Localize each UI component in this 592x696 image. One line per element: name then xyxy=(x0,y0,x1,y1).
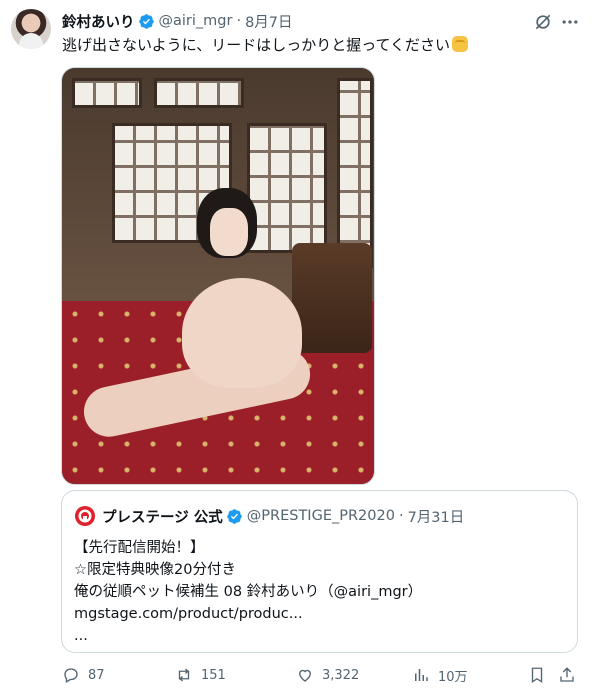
quote-body: 【先行配信開始！】 ☆限定特典映像20分付き 俺の従順ペット候補生 08 鈴村あ… xyxy=(74,537,422,647)
views-button[interactable]: 10万 xyxy=(412,664,468,686)
views-icon xyxy=(415,669,428,681)
quote-separator: · xyxy=(398,508,404,524)
quote-line: 【先行配信開始！】 xyxy=(74,540,205,556)
avatar[interactable] xyxy=(11,9,51,49)
tweet-text: 逃げ出さないように、リードはしっかりと握ってください xyxy=(62,35,469,55)
prestige-logo-icon xyxy=(74,505,96,527)
reply-count: 87 xyxy=(88,667,105,683)
tweet-header: 鈴村あいり @airi_mgr · 8月7日 xyxy=(62,10,293,32)
more-icon[interactable] xyxy=(560,12,580,32)
handle[interactable]: @airi_mgr xyxy=(159,13,233,29)
grok-icon[interactable] xyxy=(533,12,553,32)
quoted-tweet[interactable]: プレステージ 公式 @PRESTIGE_PR2020 · 7月31日 【先行配信… xyxy=(61,490,578,653)
repost-count: 151 xyxy=(201,667,226,683)
reply-icon xyxy=(64,668,78,683)
quote-header: プレステージ 公式 @PRESTIGE_PR2020 · 7月31日 xyxy=(74,505,464,527)
quote-display-name: プレステージ 公式 xyxy=(102,509,223,526)
share-button[interactable] xyxy=(558,664,576,686)
photo-window-top-center xyxy=(154,78,244,108)
quote-handle: @PRESTIGE_PR2020 xyxy=(246,508,395,524)
separator: · xyxy=(236,13,242,29)
quote-line: ... xyxy=(74,628,88,644)
display-name[interactable]: 鈴村あいり xyxy=(62,11,135,32)
quote-date: 7月31日 xyxy=(407,509,465,526)
bookmark-icon xyxy=(531,667,543,684)
share-icon xyxy=(560,667,574,682)
bookmark-button[interactable] xyxy=(528,664,546,686)
like-count: 3,322 xyxy=(322,667,360,683)
like-icon xyxy=(299,669,311,682)
photo-figure-face xyxy=(210,208,248,256)
verified-icon xyxy=(138,13,155,30)
action-bar: 87 151 3,322 10万 xyxy=(0,660,592,690)
photo-window-top-left xyxy=(72,78,142,108)
verified-icon xyxy=(226,508,243,525)
tweet-text-content: 逃げ出さないように、リードはしっかりと握ってください xyxy=(62,36,451,54)
photo-chair xyxy=(292,243,372,353)
photo-figure-body xyxy=(182,278,302,388)
quote-line: 俺の従順ペット候補生 08 鈴村あいり（@airi_mgr） xyxy=(74,584,423,600)
repost-icon xyxy=(178,668,190,682)
repost-button[interactable]: 151 xyxy=(175,664,226,686)
like-button[interactable]: 3,322 xyxy=(296,664,359,686)
tweet-date[interactable]: 8月7日 xyxy=(245,11,292,32)
tweet-photo[interactable] xyxy=(61,67,375,485)
quote-line: ☆限定特典映像20分付き xyxy=(74,562,236,578)
views-count: 10万 xyxy=(438,669,468,685)
fist-emoji-icon xyxy=(452,36,469,52)
photo-window-edge xyxy=(337,78,373,268)
photo-window-right xyxy=(247,123,327,253)
reply-button[interactable]: 87 xyxy=(62,664,105,686)
quote-link[interactable]: mgstage.com/product/produc... xyxy=(74,603,422,625)
